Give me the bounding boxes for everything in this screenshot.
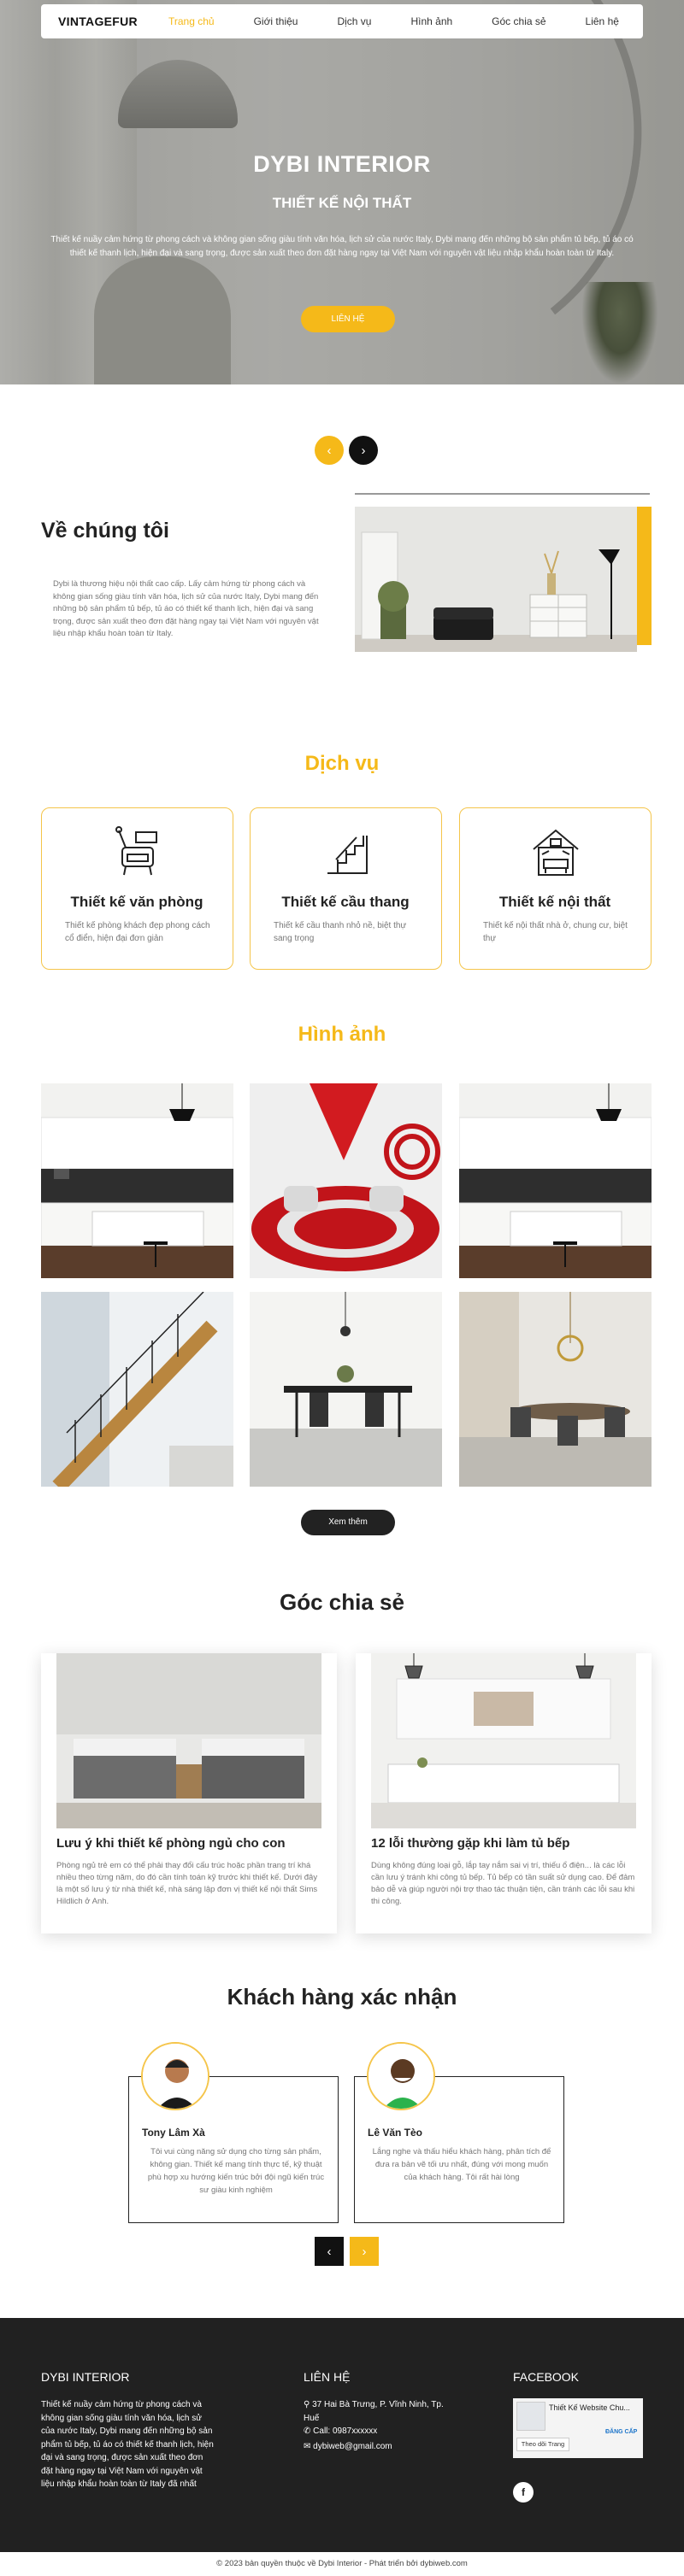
facebook-badge-text: ĐĂNG CẤP [605,2429,638,2435]
avatar [141,2042,209,2110]
blog-title: Góc chia sẻ [280,1589,404,1615]
nav-item-about[interactable]: Giới thiệu [254,15,298,27]
chevron-left-icon: ‹ [327,2244,332,2259]
office-chair-icon [115,826,157,876]
site-logo[interactable]: VINTAGEFUR [58,15,138,28]
hero-subtitle: THIẾT KẾ NỘI THẤT [272,195,412,211]
blog-post-image-kitchen [371,1653,636,1828]
service-title: Thiết kế nội thất [498,894,611,910]
copyright: © 2023 bản quyền thuộc về Dybi Interior … [0,2552,684,2576]
avatar [367,2042,435,2110]
house-interior-icon [533,829,579,876]
footer-brand-title: DYBI INTERIOR [41,2370,130,2384]
about-title: Về chúng tôi [41,519,169,543]
blog-post-desc: Dùng không đúng loại gỗ, lắp tay nắm sai… [371,1861,635,1906]
blog-post-desc: Phòng ngủ trẻ em có thể phải thay đổi cấ… [56,1861,318,1906]
facebook-icon[interactable]: f [513,2482,534,2503]
nav-item-home[interactable]: Trang chủ [168,15,215,27]
blog-post-title[interactable]: Lưu ý khi thiết kế phòng ngủ cho con [56,1836,330,1851]
footer-contact-title: LIÊN HỆ [304,2370,351,2384]
hero-section: VINTAGEFUR Trang chủ Giới thiệu Dịch vụ … [0,0,684,384]
gallery-more-button[interactable]: Xem thêm [301,1510,395,1535]
blog-post-image-bedroom [56,1653,321,1828]
service-card-office[interactable]: Thiết kế văn phòng Thiết kế phòng khách … [41,807,233,970]
service-desc: Thiết kế phòng khách đẹp phong cách cổ đ… [65,921,210,943]
blog-post-card[interactable]: 12 lỗi thường gặp khi làm tủ bếp Dùng kh… [356,1653,652,1933]
service-card-stairs[interactable]: Thiết kế cầu thang Thiết kế cầu thanh nh… [250,807,442,970]
service-title: Thiết kế văn phòng [70,894,203,910]
footer: DYBI INTERIOR Thiết kế nuầy cảm hứng từ … [0,2318,684,2552]
nav-item-contact[interactable]: Liên hệ [586,15,619,27]
facebook-page-avatar [516,2402,545,2431]
gallery-image-staircase[interactable] [41,1292,233,1487]
main-nav: VINTAGEFUR Trang chủ Giới thiệu Dịch vụ … [41,4,643,38]
testimonial-next-button[interactable]: › [350,2237,379,2266]
testimonial-text: Tôi vui cùng năng sử dụng cho từng sản p… [147,2147,325,2195]
slider-next-button[interactable]: › [349,436,378,465]
service-title: Thiết kế cầu thang [281,894,410,910]
nav-item-services[interactable]: Dịch vụ [337,15,371,27]
chevron-right-icon: › [362,2244,367,2259]
mail-icon: ✉ [304,2442,314,2451]
nav-item-blog[interactable]: Góc chia sẻ [492,15,545,27]
chevron-right-icon: › [361,443,366,458]
footer-phone[interactable]: ✆ Call: 0987xxxxxx [304,2425,377,2438]
blog-post-card[interactable]: Lưu ý khi thiết kế phòng ngủ cho con Phò… [41,1653,337,1933]
service-desc: Thiết kế cầu thanh nhỏ nề, biệt thự sang… [274,921,407,943]
footer-facebook-title: FACEBOOK [513,2370,580,2384]
gallery-image-dining-1[interactable] [250,1292,442,1487]
testimonial-prev-button[interactable]: ‹ [315,2237,344,2266]
hero-title: DYBI INTERIOR [253,151,431,177]
nav-item-gallery[interactable]: Hình ảnh [410,15,452,27]
footer-address: ⚲ 37 Hai Bà Trưng, P. Vĩnh Ninh, Tp. Huế [304,2400,444,2423]
hero-description: Thiết kế nuầy cảm hứng từ phong cách và … [50,235,634,258]
testimonial-text: Lắng nghe và thấu hiểu khách hàng, phân … [372,2147,551,2182]
facebook-follow-button[interactable]: Theo dõi Trang [516,2438,569,2451]
stairs-icon [327,836,368,874]
slider-prev-button[interactable]: ‹ [315,436,344,465]
about-text: Dybi là thương hiệu nội thất cao cấp. Lấ… [53,579,319,638]
gallery-image-red-room[interactable] [250,1083,442,1278]
gallery-image-kitchen-1[interactable] [41,1083,233,1278]
testimonial-name: Tony Lâm Xà [142,2127,205,2139]
facebook-page-name: Thiết Kế Website Chu... [549,2403,630,2412]
blog-post-title[interactable]: 12 lỗi thường gặp khi làm tủ bếp [371,1836,645,1851]
about-divider [355,493,650,495]
chevron-left-icon: ‹ [327,443,332,458]
hero-contact-button[interactable]: LIÊN HỆ [301,306,395,332]
map-pin-icon: ⚲ [304,2400,313,2409]
about-accent-bar [634,507,652,645]
phone-icon: ✆ [304,2426,314,2436]
slider-arrows: ‹ › [315,436,378,465]
testimonial-name: Lê Văn Tèo [368,2127,423,2139]
footer-email[interactable]: ✉ dybiweb@gmail.com [304,2440,392,2454]
footer-brand-text: Thiết kế nuầy cảm hứng từ phong cách và … [41,2400,214,2489]
service-card-interior[interactable]: Thiết kế nội thất Thiết kế nội thất nhà … [459,807,652,970]
gallery-title: Hình ảnh [298,1023,386,1046]
testimonials-title: Khách hàng xác nhận [227,1984,457,2010]
gallery-image-dining-2[interactable] [459,1292,652,1487]
facebook-page-widget[interactable]: Thiết Kế Website Chu... Theo dõi Trang Đ… [513,2398,643,2458]
about-room-image [355,507,637,652]
gallery-image-kitchen-2[interactable] [459,1083,652,1278]
service-desc: Thiết kế nội thất nhà ở, chung cư, biệt … [483,921,628,943]
services-title: Dịch vụ [304,752,380,775]
